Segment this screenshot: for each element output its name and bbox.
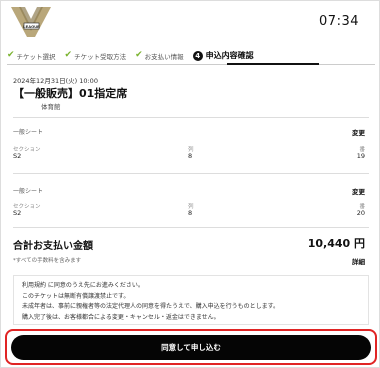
event-title: 【一般販売】01指定席 [13, 87, 128, 100]
step-label: お支払い情報 [144, 52, 184, 61]
header: LEAGUE 07:34 [1, 1, 379, 45]
notice-line: 利用規約 に同意のうえ先にお進みください。 [22, 282, 144, 289]
ticket-type: 一般シート [13, 188, 44, 195]
agree-and-apply-button[interactable]: 同意して申し込む [11, 335, 371, 360]
step-progress: ✔ チケット選択 ✔ チケット受取方法 ✔ お支払い情報 4 申込内容確認 [7, 47, 375, 65]
event-date: 2024年12月31日(火) 10:00 [13, 77, 98, 85]
change-link[interactable]: 変更 [352, 186, 365, 196]
active-step-underline [227, 63, 319, 65]
divider [13, 173, 369, 174]
step-confirm: 4 申込内容確認 [192, 50, 254, 61]
check-icon: ✔ [64, 50, 73, 60]
notice-line: 購入完了後は、お客様都合による変更・キャンセル・返金はできません。 [22, 313, 220, 321]
row-value: 8 [188, 209, 193, 217]
notice-line: 未成年者は、事前に親権者等の法定代理人の同意を得たうえで、購入申込を行うものとし… [22, 303, 279, 310]
check-icon: ✔ [7, 50, 15, 60]
details-link[interactable]: 詳細 [352, 256, 365, 266]
step-ticket-select[interactable]: ✔ チケット選択 [7, 51, 56, 61]
ticket-type: 一般シート [13, 129, 44, 136]
seat-value: 19 [356, 152, 365, 160]
total-amount: 10,440 円 [307, 237, 365, 250]
event-venue: 体育館 [41, 103, 61, 111]
fee-note: *すべての手数料を含みます [13, 258, 82, 264]
purchase-confirmation-page: LEAGUE 07:34 ✔ チケット選択 ✔ チケット受取方法 ✔ お支払い情… [0, 0, 380, 368]
step-label: チケット選択 [16, 52, 56, 61]
seat-value: 20 [356, 209, 365, 217]
terms-notice: 利用規約 に同意のうえ先にお進みください。 このチケットは無断有償譲渡禁止です。… [13, 275, 369, 325]
logo-text: LEAGUE [23, 24, 40, 29]
divider [13, 227, 369, 228]
row-value: 8 [188, 152, 193, 160]
divider [13, 117, 369, 118]
league-logo: LEAGUE [11, 7, 51, 37]
check-icon: ✔ [135, 50, 143, 60]
step-number-badge: 4 [192, 50, 203, 61]
notice-line: このチケットは無断有償譲渡禁止です。 [22, 292, 130, 300]
total-label: 合計お支払い金額 [13, 241, 93, 252]
section-value: S2 [13, 152, 22, 160]
step-payment-info[interactable]: ✔ お支払い情報 [135, 51, 184, 61]
step-ticket-delivery[interactable]: ✔ チケット受取方法 [65, 51, 127, 61]
countdown-timer: 07:34 [319, 14, 359, 29]
change-link[interactable]: 変更 [352, 127, 365, 137]
section-value: S2 [13, 209, 22, 217]
step-label: 申込内容確認 [205, 51, 254, 60]
step-label: チケット受取方法 [74, 52, 127, 61]
